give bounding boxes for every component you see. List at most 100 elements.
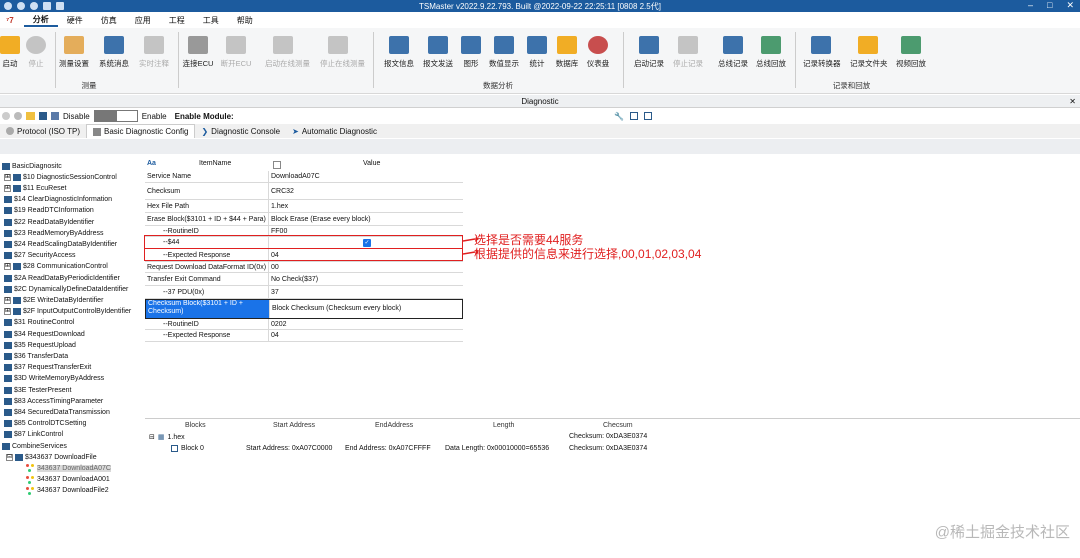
ribbon-button-22[interactable]: 视频回放 <box>893 30 929 69</box>
tree-item[interactable]: $24 ReadScalingDataByIdentifier <box>4 239 117 249</box>
tree-item[interactable]: $3E TesterPresent <box>4 385 71 395</box>
ribbon-button-17[interactable]: 停止记录 <box>670 30 706 69</box>
grid-row[interactable]: --37 PDU(0x) 37 <box>145 286 463 299</box>
ribbon-button-3[interactable]: 系统消息 <box>96 30 132 69</box>
tree-item[interactable]: $14 ClearDiagnosticInformation <box>4 195 112 205</box>
tab-basic-config[interactable]: Basic Diagnostic Config <box>85 124 196 138</box>
tree-item[interactable]: $2C DynamicallyDefineDataIdentifier <box>4 284 128 294</box>
stop-icon[interactable] <box>14 112 22 120</box>
tree-item[interactable]: ⊞ $10 DiagnosticSessionControl <box>4 172 117 182</box>
tree-item[interactable]: $36 TransferData <box>4 351 68 361</box>
expand-icon[interactable]: ⊟ <box>149 433 155 441</box>
hex-file-row[interactable]: ⊟ ▦ 1.hex <box>149 433 185 442</box>
tree-root[interactable]: BasicDiagnositc <box>2 161 62 171</box>
tree-item[interactable]: $22 ReadDataByIdentifier <box>4 217 94 227</box>
expand-icon[interactable]: ⊞ <box>4 263 11 271</box>
ribbon-button-7[interactable]: 启动在线测量 <box>265 30 310 69</box>
grid-row[interactable]: --RoutineID 0202 <box>145 319 463 330</box>
ribbon-button-16[interactable]: 启动记录 <box>631 30 667 69</box>
grid-item-value[interactable]: Block Erase (Erase every block) <box>269 213 463 225</box>
maximize-icon[interactable]: □ <box>1047 0 1052 11</box>
menu-application[interactable]: 应用 <box>126 15 160 26</box>
tree-item[interactable]: ⊞ $2E WriteDataByIdentifier <box>4 295 103 305</box>
ribbon-button-21[interactable]: 记录文件夹 <box>850 30 888 69</box>
expand-icon[interactable]: ⊞ <box>4 173 11 181</box>
close-icon[interactable]: ✕ <box>1069 95 1076 108</box>
ribbon-button-4[interactable]: 实时注释 <box>136 30 172 69</box>
ribbon-button-12[interactable]: 数值显示 <box>486 30 522 69</box>
grid-item-value[interactable]: CRC32 <box>269 183 463 199</box>
grid-item-value[interactable]: No Check($37) <box>269 273 463 285</box>
tree-download-item[interactable]: 343637 DownloadA07C <box>26 463 111 473</box>
ribbon-button-11[interactable]: 图形 <box>453 30 489 69</box>
tree-item[interactable]: ⊞ $2F InputOutputControlByIdentifier <box>4 307 131 317</box>
tree-item[interactable]: $83 AccessTimingParameter <box>4 396 103 406</box>
ribbon-button-20[interactable]: 记录转换器 <box>803 30 841 69</box>
menu-help[interactable]: 帮助 <box>228 15 262 26</box>
tree-item[interactable]: $35 RequestUpload <box>4 340 76 350</box>
ribbon-button-6[interactable]: 断开ECU <box>218 30 254 69</box>
menu-simulation[interactable]: 仿真 <box>92 15 126 26</box>
save-icon[interactable] <box>39 112 47 120</box>
tab-console[interactable]: ❯ Diagnostic Console <box>195 124 286 138</box>
expand-icon[interactable]: ⊞ <box>4 184 11 192</box>
tree-item[interactable]: $27 SecurityAccess <box>4 251 75 261</box>
tree-download-file[interactable]: ⊟ $343637 DownloadFile <box>6 452 97 462</box>
tree-item[interactable]: $31 RoutineControl <box>4 318 74 328</box>
tree-item[interactable]: $85 ControlDTCSetting <box>4 419 86 429</box>
tree-item[interactable]: $34 RequestDownload <box>4 329 85 339</box>
grid-row[interactable]: Hex File Path 1.hex <box>145 200 463 213</box>
grid-item-value[interactable]: 1.hex <box>269 200 463 212</box>
tab-automatic[interactable]: ➤ Automatic Diagnostic <box>286 124 383 138</box>
ribbon-button-1[interactable]: 停止 <box>18 30 54 69</box>
grid-row[interactable]: Request Download DataFormat ID(0x) 00 <box>145 262 463 273</box>
tree-item[interactable]: $3D WriteMemoryByAddress <box>4 374 104 384</box>
grid-row[interactable]: --Expected Response 04 <box>145 330 463 342</box>
header-checkbox-icon[interactable] <box>273 161 281 169</box>
expand-icon[interactable]: ⊞ <box>4 296 11 304</box>
wrench-icon[interactable]: 🔧 <box>614 112 624 121</box>
sort-aa-icon[interactable]: Aa <box>147 160 156 171</box>
grid-item-value[interactable]: 37 <box>269 286 463 298</box>
ribbon-button-19[interactable]: 总线回放 <box>753 30 789 69</box>
tab-protocol[interactable]: Protocol (ISO TP) <box>0 124 86 138</box>
app-logo-icon[interactable]: ⁷7 <box>6 16 14 25</box>
grid-row[interactable]: Checksum Block($3101 + ID + Checksum) Blo… <box>145 299 463 319</box>
tree-combine-services[interactable]: CombineServices <box>2 441 67 451</box>
ribbon-button-9[interactable]: 报文信息 <box>381 30 417 69</box>
run-icon[interactable] <box>2 112 10 120</box>
grid-item-value[interactable]: 00 <box>269 262 463 272</box>
grid-item-value[interactable]: 04 <box>269 330 463 341</box>
grid-row[interactable]: Transfer Exit Command No Check($37) <box>145 273 463 286</box>
open-icon[interactable] <box>26 112 35 120</box>
minimize-icon[interactable]: – <box>1028 0 1033 11</box>
export-icon[interactable] <box>630 111 638 120</box>
tree-item[interactable]: $84 SecuredDataTransmission <box>4 407 110 417</box>
tree-item[interactable]: ⊞ $11 EcuReset <box>4 183 66 193</box>
grid-row[interactable]: Erase Block($3101 + ID + $44 + Para) Bloc… <box>145 213 463 226</box>
tree-item[interactable]: $37 RequestTransferExit <box>4 363 91 373</box>
block-row[interactable]: Block 0 <box>171 445 204 452</box>
menu-analysis[interactable]: 分析 <box>23 14 58 27</box>
tree-item[interactable]: $19 ReadDTCInformation <box>4 206 94 216</box>
tree-download-item[interactable]: 343637 DownloadFile2 <box>26 486 109 496</box>
grid-item-value[interactable]: Block Checksum (Checksum every block) <box>270 300 462 318</box>
tree-item[interactable]: $87 LinkControl <box>4 430 63 440</box>
menu-tools[interactable]: 工具 <box>194 15 228 26</box>
ribbon-button-2[interactable]: 测量设置 <box>56 30 92 69</box>
tree-download-item[interactable]: 343637 DownloadA001 <box>26 475 110 485</box>
menu-project[interactable]: 工程 <box>160 15 194 26</box>
expand-icon[interactable]: ⊟ <box>6 453 13 461</box>
enable-toggle[interactable] <box>93 110 138 122</box>
grid-row[interactable]: Service Name DownloadA07C <box>145 171 463 183</box>
save-as-icon[interactable] <box>51 112 59 120</box>
close-window-icon[interactable]: ✕ <box>1066 0 1074 11</box>
tree-item[interactable]: ⊞ $28 CommunicationControl <box>4 262 108 272</box>
ribbon-button-8[interactable]: 停止在线测量 <box>320 30 365 69</box>
grid-row[interactable]: Checksum CRC32 <box>145 183 463 200</box>
ribbon-button-18[interactable]: 总线记录 <box>715 30 751 69</box>
ribbon-button-10[interactable]: 报文发送 <box>420 30 456 69</box>
import-icon[interactable] <box>644 111 652 120</box>
tree-item[interactable]: $23 ReadMemoryByAddress <box>4 228 104 238</box>
menu-hardware[interactable]: 硬件 <box>58 15 92 26</box>
